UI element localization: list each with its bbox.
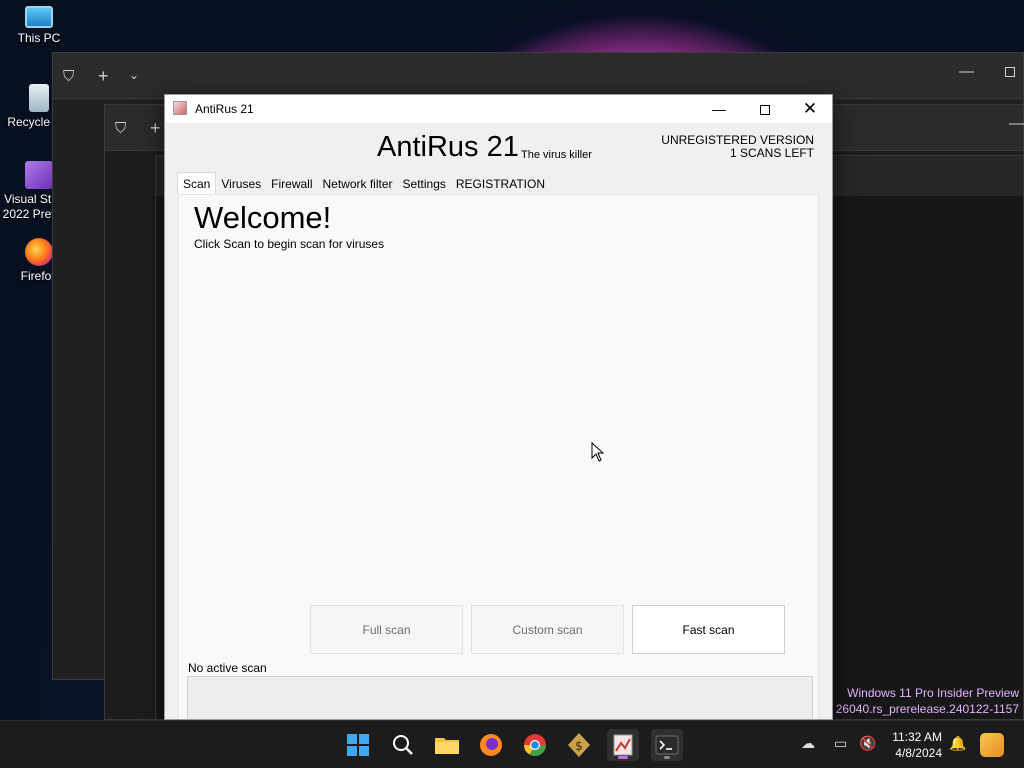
- app-tagline: The virus killer: [521, 149, 592, 161]
- scan-status-label: No active scan: [188, 661, 267, 675]
- close-button[interactable]: ✕: [787, 95, 832, 123]
- shield-icon: ⛉: [115, 120, 127, 137]
- chrome-icon: [524, 734, 546, 756]
- running-app-indicator: [664, 756, 670, 759]
- tab-registration[interactable]: REGISTRATION: [451, 174, 550, 194]
- desktop-icon-label: This PC: [17, 31, 61, 45]
- close-icon: ✕: [802, 99, 818, 118]
- firefox-icon: [25, 238, 53, 266]
- full-scan-button[interactable]: Full scan: [310, 605, 463, 654]
- clock-time: 11:32 AM: [892, 730, 942, 744]
- svg-text:$: $: [575, 739, 583, 753]
- tab-bar: Scan Viruses Firewall Network filter Set…: [177, 172, 550, 194]
- active-window-indicator: [618, 756, 628, 759]
- start-button[interactable]: [342, 729, 374, 761]
- maximize-icon: [760, 105, 770, 116]
- monitor-icon: [25, 6, 53, 28]
- new-tab-icon[interactable]: +: [150, 118, 161, 139]
- search-icon: [393, 735, 413, 755]
- minimize-icon: —: [712, 101, 726, 117]
- scan-tab-panel: Welcome! Click Scan to begin scan for vi…: [178, 194, 819, 719]
- chevron-down-icon[interactable]: ⌄: [129, 68, 139, 82]
- new-tab-icon[interactable]: +: [98, 66, 109, 87]
- tab-network-filter[interactable]: Network filter: [318, 174, 398, 194]
- custom-scan-button[interactable]: Custom scan: [471, 605, 624, 654]
- shield-icon: ⛉: [63, 68, 75, 85]
- visual-studio-icon: [25, 161, 53, 189]
- antirus-window[interactable]: AntiRus 21 — ✕ AntiRus 21 The virus kill…: [164, 94, 833, 720]
- window-client-area: AntiRus 21 The virus killer UNREGISTERED…: [165, 123, 832, 719]
- welcome-heading: Welcome!: [194, 200, 332, 235]
- antirus-app-icon: [173, 101, 187, 115]
- taskbar-terminal[interactable]: [651, 729, 683, 761]
- taskbar-chrome[interactable]: [519, 729, 551, 761]
- system-clock[interactable]: 11:32 AM 4/8/2024: [884, 729, 942, 761]
- scan-log-box: [187, 676, 813, 719]
- maximize-button[interactable]: [742, 95, 788, 123]
- tab-scan[interactable]: Scan: [177, 172, 217, 194]
- network-icon[interactable]: ▭: [834, 735, 847, 752]
- window-titlebar[interactable]: AntiRus 21 — ✕: [165, 95, 832, 123]
- minimize-button[interactable]: —: [696, 95, 742, 123]
- installer-icon: $: [568, 733, 590, 757]
- scans-left-label: 1 SCANS LEFT: [729, 146, 814, 160]
- volume-muted-icon[interactable]: 🔇: [859, 735, 876, 752]
- windows-start-icon: [347, 734, 369, 756]
- mouse-cursor-icon: [591, 442, 605, 462]
- cloud-offline-icon[interactable]: ☁: [801, 735, 815, 752]
- taskbar-antirus[interactable]: [607, 729, 639, 761]
- clock-date: 4/8/2024: [895, 746, 942, 760]
- minimize-icon[interactable]: —: [959, 63, 974, 80]
- fast-scan-button[interactable]: Fast scan: [632, 605, 785, 654]
- maximize-icon[interactable]: [1005, 67, 1015, 77]
- desktop-icon-this-pc[interactable]: This PC: [2, 6, 76, 46]
- tab-settings[interactable]: Settings: [398, 174, 451, 194]
- notification-bell-icon[interactable]: 🔔: [949, 735, 966, 752]
- copilot-icon[interactable]: [980, 733, 1004, 757]
- app-brand-title: AntiRus 21: [377, 131, 519, 163]
- watermark-line: Windows 11 Pro Insider Preview: [847, 686, 1019, 700]
- taskbar-firefox[interactable]: [475, 729, 507, 761]
- registration-status: UNREGISTERED VERSION 1 SCANS LEFT: [661, 134, 814, 160]
- windows-watermark: Windows 11 Pro Insider Preview ild 26040…: [820, 685, 1019, 717]
- search-button[interactable]: [387, 729, 419, 761]
- tab-firewall[interactable]: Firewall: [266, 174, 317, 194]
- welcome-subtitle: Click Scan to begin scan for viruses: [194, 237, 385, 251]
- folder-icon: [435, 738, 459, 754]
- recycle-bin-icon: [29, 84, 49, 112]
- firefox-icon: [480, 734, 502, 756]
- watermark-line: ild 26040.rs_prerelease.240122-1157: [820, 702, 1019, 716]
- taskbar-installer[interactable]: $: [563, 729, 595, 761]
- tab-viruses[interactable]: Viruses: [216, 174, 266, 194]
- minimize-icon[interactable]: —: [1009, 115, 1024, 132]
- taskbar-file-explorer[interactable]: [431, 729, 463, 761]
- taskbar: $ ☁ ▭ 🔇 11:32 AM 4/8/2024 🔔: [0, 720, 1024, 768]
- window-title: AntiRus 21: [195, 102, 254, 116]
- background-window-titlebar[interactable]: ⛉ + ⌄ —: [53, 53, 1023, 99]
